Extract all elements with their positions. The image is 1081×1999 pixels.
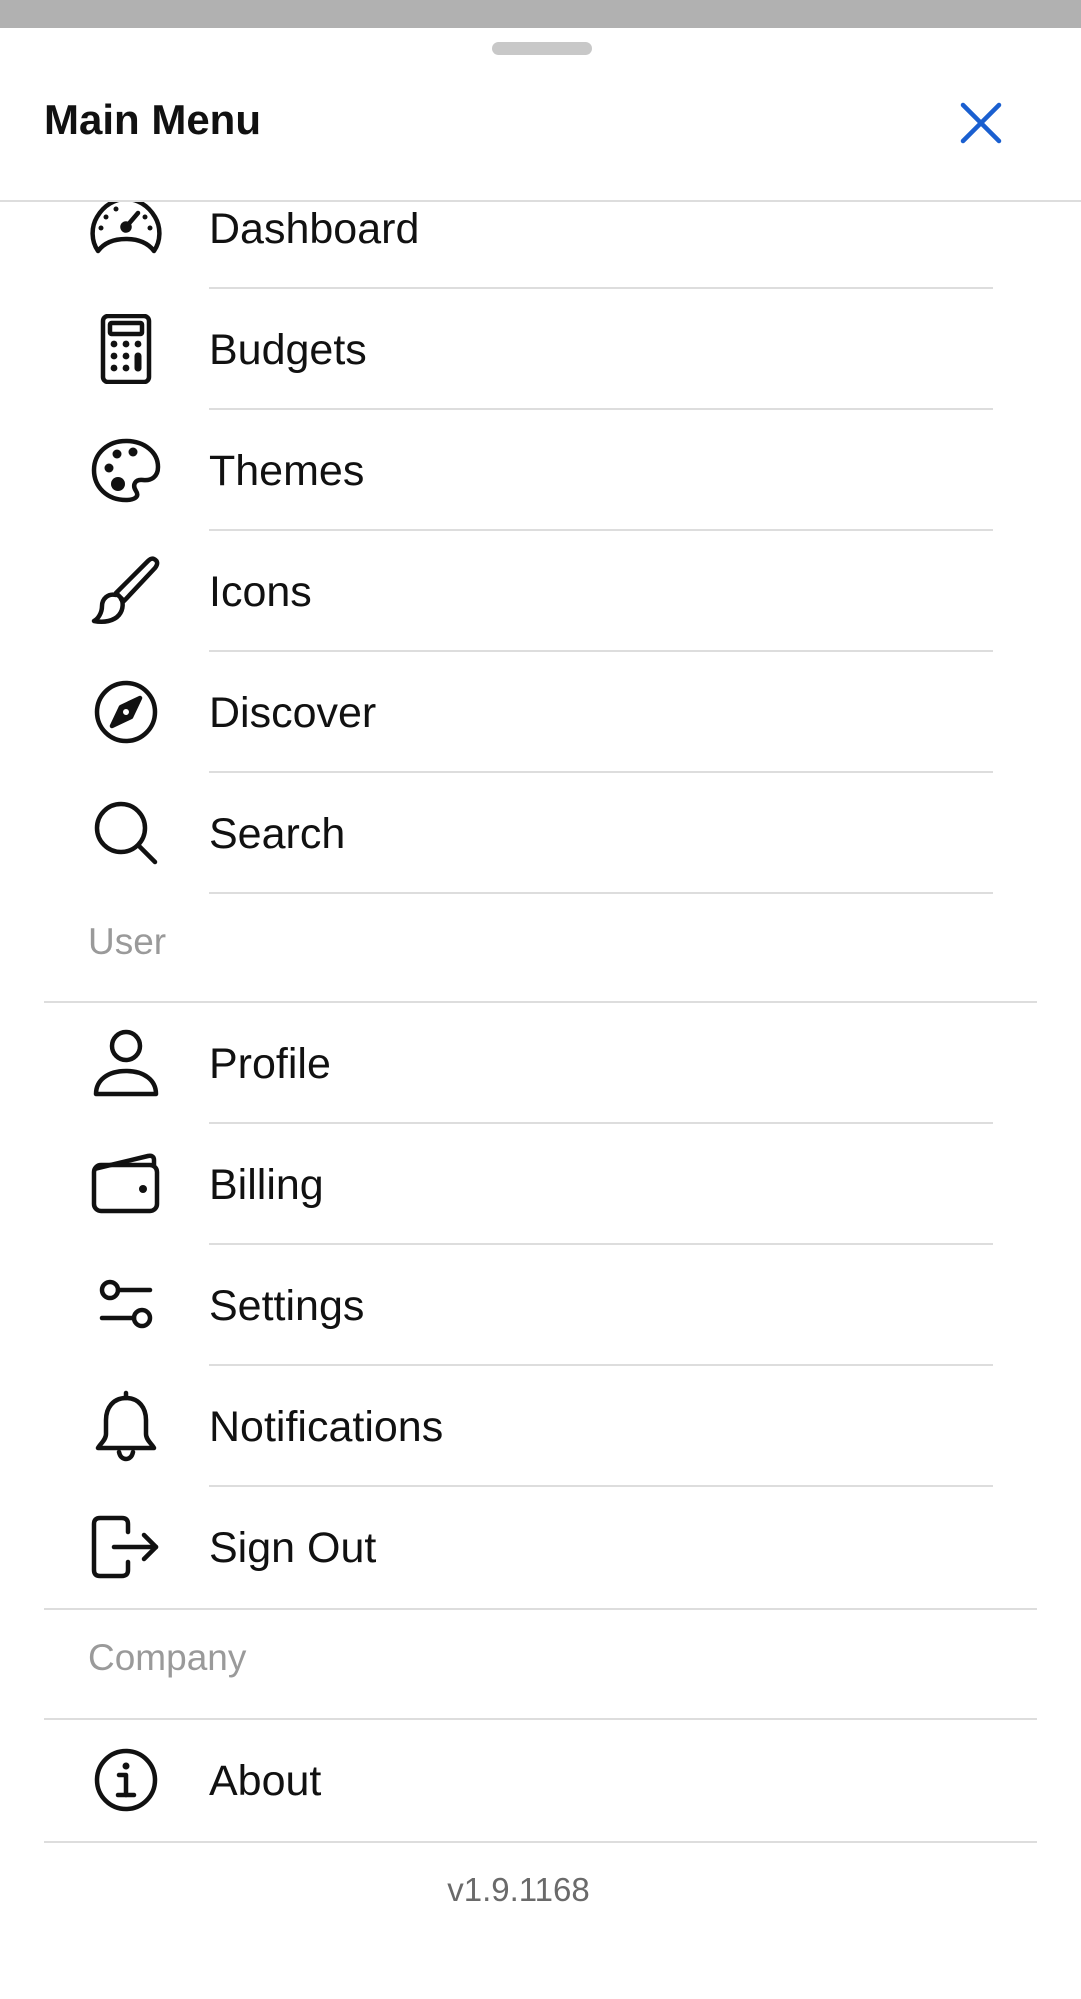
person-icon — [88, 1029, 164, 1097]
menu-header: Main Menu — [0, 28, 1081, 202]
wallet-icon — [88, 1151, 164, 1217]
close-icon — [960, 102, 1002, 144]
close-button[interactable] — [946, 88, 1016, 158]
menu-item-label: Icons — [209, 568, 312, 616]
menu-item-label: Settings — [209, 1282, 365, 1330]
app-version: v1.9.1168 — [447, 1871, 590, 1908]
menu-item-about[interactable]: About — [0, 1720, 1081, 1841]
menu-item-label: About — [209, 1757, 322, 1805]
info-icon — [88, 1747, 164, 1813]
status-area — [0, 0, 1081, 28]
menu-item-themes[interactable]: Themes — [0, 410, 1081, 531]
dashboard-gauge-icon — [88, 195, 164, 261]
menu-item-label: Billing — [209, 1161, 324, 1209]
section-header-user: User — [0, 894, 1081, 1004]
page-title: Main Menu — [44, 96, 261, 143]
menu-item-label: Notifications — [209, 1403, 444, 1451]
sliders-icon — [88, 1272, 164, 1338]
menu-item-label: Themes — [209, 447, 365, 495]
menu-item-billing[interactable]: Billing — [0, 1124, 1081, 1245]
menu-item-budgets[interactable]: Budgets — [0, 289, 1081, 410]
menu-item-label: Discover — [209, 689, 377, 737]
section-label: User — [88, 921, 167, 962]
main-menu-sheet: Dashboard Budgets Themes Icons Discover … — [0, 28, 1081, 1999]
menu-item-label: Profile — [209, 1040, 331, 1088]
menu-item-sign-out[interactable]: Sign Out — [0, 1487, 1081, 1608]
brush-icon — [88, 556, 164, 624]
menu-item-label: Search — [209, 810, 346, 858]
menu-item-label: Dashboard — [209, 205, 420, 253]
compass-icon — [88, 679, 164, 745]
menu-item-search[interactable]: Search — [0, 773, 1081, 894]
menu-item-settings[interactable]: Settings — [0, 1245, 1081, 1366]
palette-icon — [88, 437, 164, 503]
menu-item-notifications[interactable]: Notifications — [0, 1366, 1081, 1487]
menu-item-label: Budgets — [209, 326, 367, 374]
section-header-company: Company — [0, 1610, 1081, 1720]
sign-out-icon — [88, 1514, 164, 1580]
bell-icon — [88, 1390, 164, 1462]
calculator-icon — [88, 314, 164, 384]
menu-item-icons[interactable]: Icons — [0, 531, 1081, 652]
section-label: Company — [88, 1637, 247, 1678]
section-divider — [44, 1841, 1037, 1843]
menu-item-label: Sign Out — [209, 1524, 377, 1572]
menu-item-profile[interactable]: Profile — [0, 1003, 1081, 1124]
menu-item-discover[interactable]: Discover — [0, 652, 1081, 773]
search-icon — [88, 800, 164, 866]
sheet-grabber-handle[interactable] — [492, 42, 592, 55]
